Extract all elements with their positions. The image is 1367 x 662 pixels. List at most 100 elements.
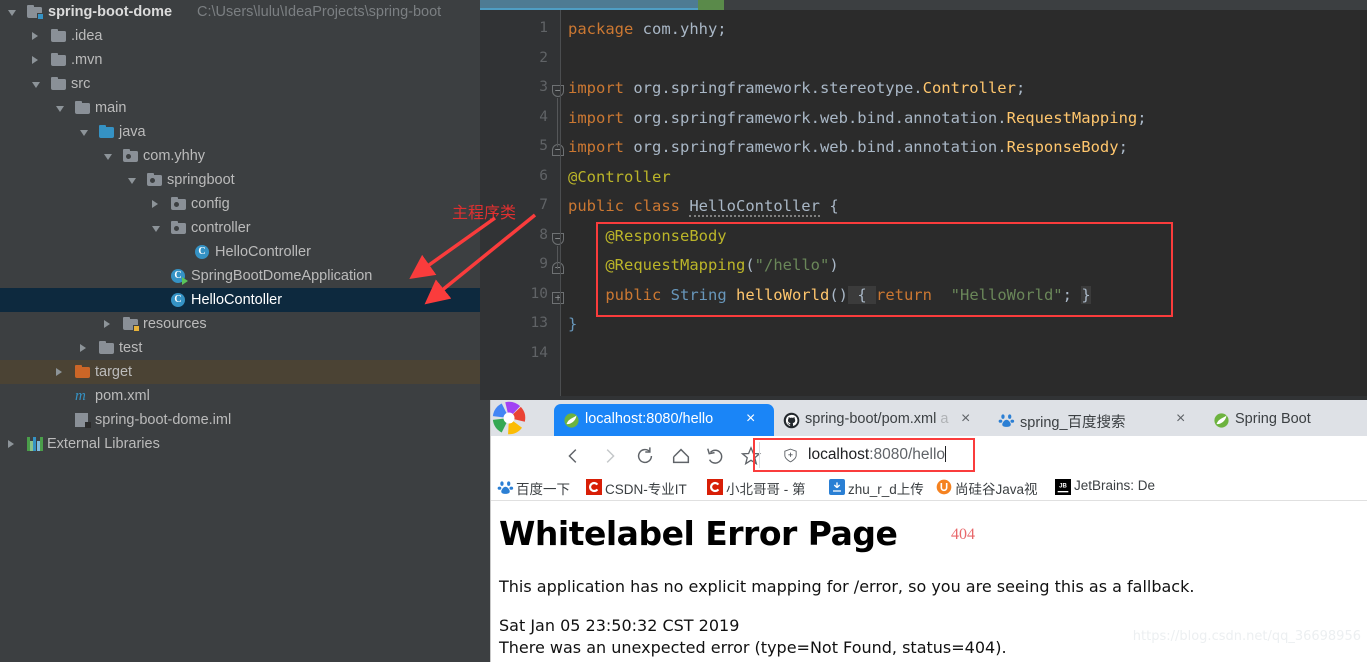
code-line[interactable]: @Controller [568, 168, 671, 186]
editor-tab[interactable] [698, 0, 724, 10]
code-token: ; [1015, 79, 1026, 97]
tree-item-label: src [71, 76, 91, 92]
bookmark-csdn-icon [586, 479, 602, 495]
code-editor[interactable]: 1 2 3−4 5−6 7 8−9−10 +13 14 package com.yhhy; im… [480, 10, 1367, 396]
tree-row-springboot[interactable]: springboot [0, 168, 480, 192]
code-token: String [670, 285, 736, 304]
line-number: 1 [539, 20, 548, 36]
code-token: ( [745, 256, 755, 274]
chevron-down-icon[interactable] [32, 82, 40, 88]
address-bar[interactable]: localhost:8080/hello [759, 442, 1354, 468]
tree-item-label: config [191, 196, 230, 212]
chevron-down-icon[interactable] [128, 178, 136, 184]
tree-row-project-root[interactable]: spring-boot-dome C:\Users\lulu\IdeaProjec… [0, 0, 480, 24]
tree-item-label: test [119, 340, 143, 356]
tree-row-java[interactable]: java [0, 120, 480, 144]
folder-icon [51, 52, 66, 67]
browser-tab-label: spring_百度搜索 [1020, 415, 1126, 431]
tree-row--mvn[interactable]: .mvn [0, 48, 480, 72]
back-icon[interactable] [563, 445, 585, 467]
line-number: 3 [539, 79, 548, 95]
fold-region-line [557, 98, 558, 147]
tree-row-test[interactable]: test [0, 336, 480, 360]
browser-tab-bar[interactable]: localhost:8080/hello × spring-boot/pom.xml… [491, 400, 1367, 436]
address-bar-text[interactable]: localhost:8080/hello [808, 446, 947, 464]
tree-row-spring-boot-dome-iml[interactable]: spring-boot-dome.iml [0, 408, 480, 432]
excluded-folder-icon [75, 364, 90, 379]
tree-row-target[interactable]: target [0, 360, 480, 384]
folder-icon [51, 28, 66, 43]
chevron-right-icon[interactable] [80, 344, 86, 352]
tree-item-label: External Libraries [47, 436, 160, 452]
bookmarks-bar[interactable]: 百度一下 CSDN-专业IT 小北哥哥 - 第 zhu_r_d上传 尚硅谷Java视 JB… [491, 474, 1367, 501]
tree-item-label: com.yhhy [143, 148, 206, 164]
tree-row-external-libraries[interactable]: External Libraries [0, 432, 480, 456]
tree-row-com-yhhy[interactable]: com.yhhy [0, 144, 480, 168]
browser-tab-2[interactable]: spring-boot/pom.xml a × [774, 404, 989, 436]
tree-row-src[interactable]: src [0, 72, 480, 96]
fold-collapse-icon[interactable]: − [552, 144, 564, 156]
chevron-right-icon[interactable] [32, 56, 38, 64]
browser-tab-close-icon[interactable]: × [961, 410, 970, 428]
browser-navigation-bar[interactable]: localhost:8080/hello [491, 436, 1367, 474]
browser-tab-4[interactable]: Spring Boot [1204, 404, 1367, 436]
browser-tab-close-icon[interactable]: × [1176, 410, 1185, 428]
code-line[interactable]: import org.springframework.stereotype.Co… [568, 79, 1025, 97]
code-line[interactable]: import org.springframework.web.bind.anno… [568, 138, 1128, 156]
tree-item-label: SpringBootDomeApplication [191, 268, 373, 284]
bookmark-label: 小北哥哥 - 第 [726, 482, 806, 497]
shield-plus-icon[interactable] [782, 447, 799, 464]
chevron-down-icon[interactable] [80, 130, 88, 136]
code-line[interactable]: public String helloWorld() { return "Hel… [568, 285, 1091, 304]
line-number: 14 [530, 344, 548, 361]
package-icon [123, 148, 138, 163]
undo-icon[interactable] [705, 445, 727, 467]
tree-item-label: controller [191, 220, 251, 236]
tree-row--idea[interactable]: .idea [0, 24, 480, 48]
editor-tab[interactable] [724, 0, 977, 10]
chevron-right-icon[interactable] [56, 368, 62, 376]
chevron-down-icon[interactable] [56, 106, 64, 112]
chevron-down-icon[interactable] [104, 154, 112, 160]
svg-text:JB: JB [1059, 484, 1067, 490]
forward-icon[interactable] [598, 445, 620, 467]
chevron-right-icon[interactable] [8, 440, 14, 448]
editor-tab[interactable] [977, 0, 1367, 10]
page-content: Whitelabel Error Page 404 This applicati… [491, 501, 1367, 662]
code-line[interactable]: import org.springframework.web.bind.anno… [568, 109, 1147, 127]
code-line[interactable]: } [568, 315, 577, 333]
line-number: 13 [530, 315, 548, 331]
line-number: 2 [539, 49, 548, 66]
chevron-right-icon[interactable] [32, 32, 38, 40]
browser-tab-3[interactable]: spring_百度搜索 × [989, 404, 1204, 436]
browser-tab-close-icon[interactable]: × [746, 410, 755, 428]
favicon-github-icon [783, 412, 800, 429]
code-line[interactable]: package com.yhhy; [568, 20, 727, 38]
favicon-spring-leaf-icon [563, 412, 580, 429]
code-token: { [847, 285, 876, 304]
reload-icon[interactable] [634, 445, 656, 467]
code-token: import [568, 138, 634, 156]
bookmark-label: JetBrains: De [1074, 478, 1156, 493]
chevron-down-icon[interactable] [152, 226, 160, 232]
browser-tab-1[interactable]: localhost:8080/hello × [554, 404, 774, 436]
bookmark-label: zhu_r_d上传 [848, 482, 924, 497]
line-number: 6 [539, 167, 548, 184]
tree-row-resources[interactable]: resources [0, 312, 480, 336]
home-icon[interactable] [670, 445, 692, 467]
tree-row-main[interactable]: main [0, 96, 480, 120]
chrome-logo-icon [492, 401, 526, 435]
folder-icon [99, 340, 114, 355]
tree-row-pom-xml[interactable]: m pom.xml [0, 384, 480, 408]
source-folder-icon [99, 124, 114, 139]
fold-collapse-icon[interactable]: − [552, 85, 564, 97]
code-token: helloWorld [735, 285, 830, 304]
bookmark-atguigu-icon [936, 479, 952, 495]
text-caret [945, 446, 947, 462]
chevron-right-icon[interactable] [152, 200, 158, 208]
chevron-right-icon[interactable] [104, 320, 110, 328]
chevron-down-icon[interactable] [8, 10, 16, 16]
package-icon [147, 172, 162, 187]
project-tool-window[interactable]: spring-boot-dome C:\Users\lulu\IdeaProjec… [0, 0, 480, 662]
